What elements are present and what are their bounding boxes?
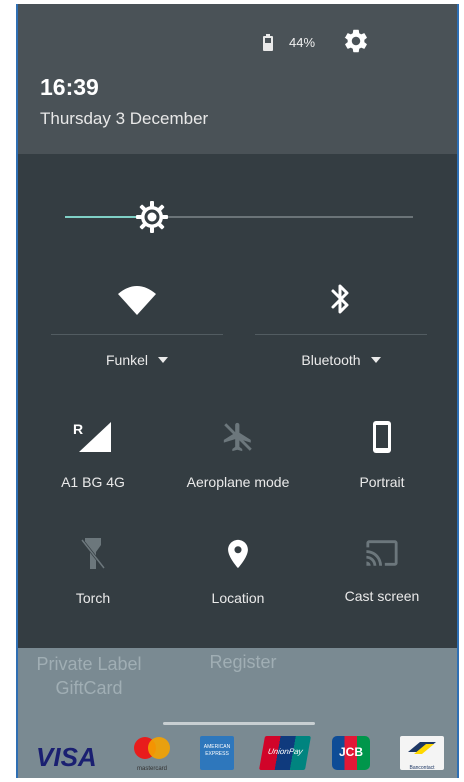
chevron-down-icon xyxy=(158,356,169,363)
bluetooth-dropdown[interactable]: Bluetooth xyxy=(255,352,427,370)
unionpay-wordmark: UnionPay xyxy=(267,747,304,756)
bluetooth-label: Bluetooth xyxy=(301,352,361,368)
clock-time: 16:39 xyxy=(40,74,99,100)
bancontact-logo: Bancontact xyxy=(400,736,444,771)
private-label-link: Private Label GiftCard xyxy=(36,654,142,698)
flashlight-icon xyxy=(80,538,106,569)
wifi-label: Funkel xyxy=(105,352,149,368)
rotation-tile[interactable]: Portrait xyxy=(322,420,442,490)
phone-portrait-icon xyxy=(373,421,391,453)
quick-settings-panel: Funkel Bluetooth R A1 BG 4G Aeroplane mo… xyxy=(18,154,457,648)
mobile-data-label: A1 BG 4G xyxy=(61,474,125,490)
torch-label: Torch xyxy=(75,590,111,606)
location-pin-icon xyxy=(228,539,248,569)
cast-tile[interactable]: Cast screen xyxy=(322,536,442,604)
amex-wordmark: AMERICAN EXPRESS xyxy=(203,744,231,757)
battery-icon xyxy=(263,34,273,51)
screen-frame: 44% 16:39 Thursday 3 December Funkel Blu… xyxy=(16,4,459,778)
notification-header: 44% 16:39 Thursday 3 December xyxy=(18,4,457,154)
signal-icon: R xyxy=(73,421,111,452)
register-link: Register xyxy=(209,652,277,672)
clock-date: Thursday 3 December xyxy=(40,109,209,128)
wifi-dropdown[interactable]: Funkel xyxy=(51,352,223,370)
wifi-divider xyxy=(51,334,223,335)
wifi-icon xyxy=(118,286,156,315)
amex-logo: AMERICAN EXPRESS xyxy=(200,736,234,770)
settings-gear-icon[interactable] xyxy=(342,27,370,55)
aeroplane-label: Aeroplane mode xyxy=(186,474,290,490)
location-tile[interactable]: Location xyxy=(168,536,308,606)
battery-percentage: 44% xyxy=(289,35,316,50)
visa-logo: VISA xyxy=(36,742,97,772)
bluetooth-icon xyxy=(331,284,349,314)
bluetooth-divider xyxy=(255,334,427,335)
bancontact-wordmark: Bancontact xyxy=(409,765,435,771)
brightness-slider[interactable] xyxy=(65,216,413,218)
brightness-thumb-icon[interactable] xyxy=(135,200,169,234)
rotation-label: Portrait xyxy=(359,474,405,490)
unionpay-logo: UnionPay xyxy=(259,736,311,770)
cast-label: Cast screen xyxy=(344,588,420,604)
aeroplane-tile[interactable]: Aeroplane mode xyxy=(168,420,308,490)
jcb-wordmark: JCB xyxy=(338,745,363,759)
mastercard-logo: mastercard xyxy=(130,736,174,772)
airplane-icon xyxy=(223,422,252,452)
jcb-logo: JCB xyxy=(332,736,370,770)
torch-tile[interactable]: Torch xyxy=(33,536,153,606)
chevron-down-icon xyxy=(370,356,381,363)
mastercard-wordmark: mastercard xyxy=(136,766,167,772)
drag-handle[interactable] xyxy=(163,722,315,725)
mobile-data-tile[interactable]: R A1 BG 4G xyxy=(33,420,153,490)
roaming-indicator: R xyxy=(73,421,83,437)
bluetooth-tile[interactable] xyxy=(255,280,427,318)
location-label: Location xyxy=(211,590,265,606)
wifi-tile[interactable] xyxy=(51,282,223,316)
background-app: Private Label GiftCard Register VISA mas… xyxy=(18,648,457,778)
cast-icon xyxy=(366,540,398,566)
